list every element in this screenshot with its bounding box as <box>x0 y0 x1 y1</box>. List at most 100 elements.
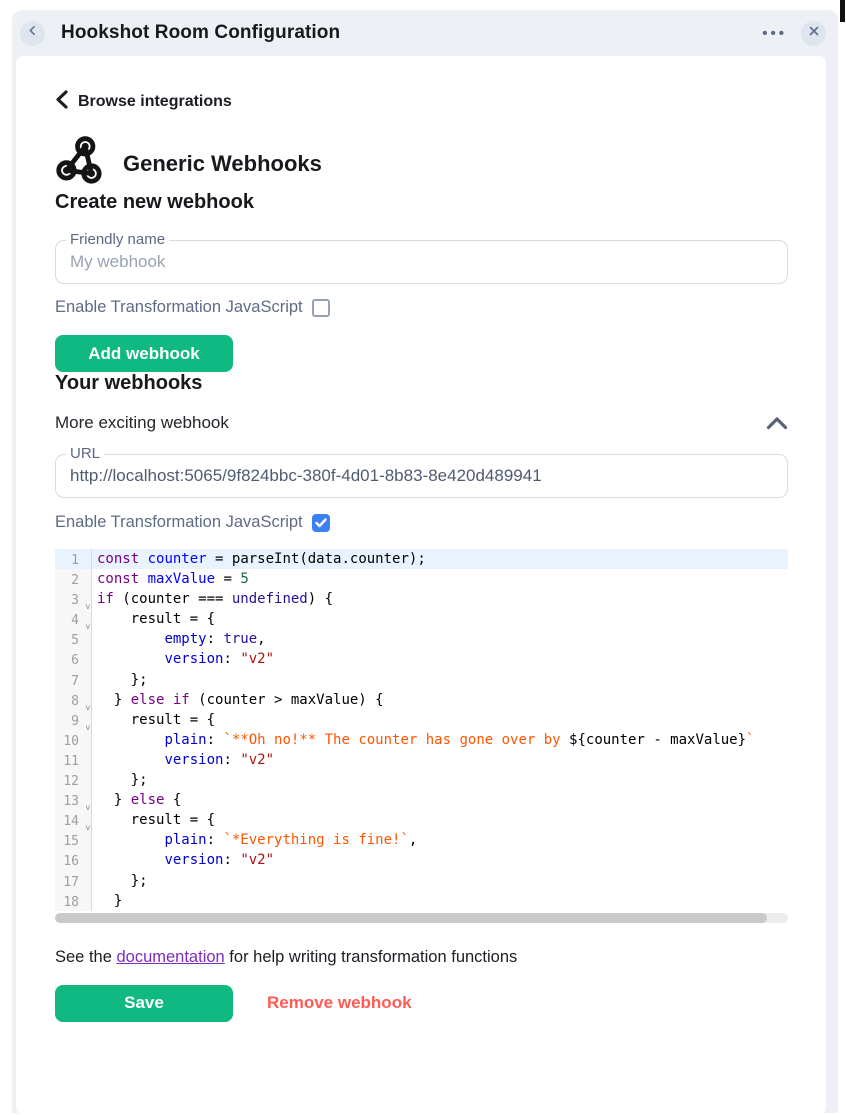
your-webhooks-heading: Your webhooks <box>55 372 788 395</box>
url-field: URL <box>55 454 788 498</box>
chevron-up-icon <box>766 416 788 430</box>
friendly-name-field: Friendly name <box>55 240 788 284</box>
save-button[interactable]: Save <box>55 985 233 1022</box>
code-line[interactable]: 9v result = { <box>55 710 788 730</box>
code-line[interactable]: 15 plain: `*Everything is fine!`, <box>55 830 788 850</box>
webhook-name: More exciting webhook <box>55 413 229 433</box>
chevron-left-icon <box>26 24 39 42</box>
code-lines: 1const counter = parseInt(data.counter);… <box>55 549 788 911</box>
code-line[interactable]: 7 }; <box>55 670 788 690</box>
close-button[interactable] <box>801 21 826 46</box>
hook-transform-row: Enable Transformation JavaScript <box>55 513 788 532</box>
hookshot-dialog: Hookshot Room Configuration ••• Browse i… <box>12 10 838 1113</box>
line-number: 11 <box>55 750 92 770</box>
code-line[interactable]: 17 }; <box>55 871 788 891</box>
hook-transform-checkbox[interactable] <box>312 514 330 532</box>
chevron-left-icon <box>55 90 69 114</box>
code-text[interactable]: empty: true, <box>92 629 266 649</box>
code-text[interactable]: version: "v2" <box>92 649 274 669</box>
code-text[interactable]: if (counter === undefined) { <box>92 589 333 609</box>
cursor-artifact <box>840 0 845 22</box>
help-prefix: See the <box>55 948 116 966</box>
dialog-header: Hookshot Room Configuration ••• <box>12 10 838 56</box>
integration-header: Generic Webhooks <box>55 136 788 191</box>
code-editor[interactable]: 1const counter = parseInt(data.counter);… <box>55 549 788 923</box>
code-line[interactable]: 2const maxValue = 5 <box>55 569 788 589</box>
dialog-title: Hookshot Room Configuration <box>61 22 340 44</box>
back-button[interactable] <box>20 21 45 46</box>
line-number: 17 <box>55 871 92 891</box>
code-text[interactable]: plain: `**Oh no!** The counter has gone … <box>92 730 754 750</box>
line-number: 8v <box>55 690 92 710</box>
integration-name: Generic Webhooks <box>123 151 322 177</box>
code-line[interactable]: 18 } <box>55 891 788 911</box>
browse-integrations-label: Browse integrations <box>78 93 232 111</box>
webhook-icon <box>55 136 105 191</box>
code-line[interactable]: 16 version: "v2" <box>55 850 788 870</box>
line-number: 14v <box>55 810 92 830</box>
line-number: 2 <box>55 569 92 589</box>
line-number: 3v <box>55 589 92 609</box>
code-text[interactable]: const counter = parseInt(data.counter); <box>92 549 426 569</box>
remove-webhook-button[interactable]: Remove webhook <box>261 992 418 1014</box>
create-transform-row: Enable Transformation JavaScript <box>55 298 788 317</box>
line-number: 6 <box>55 649 92 669</box>
line-number: 12 <box>55 770 92 790</box>
code-line[interactable]: 4v result = { <box>55 609 788 629</box>
code-text[interactable]: }; <box>92 670 148 690</box>
add-webhook-button[interactable]: Add webhook <box>55 335 233 372</box>
line-number: 5 <box>55 629 92 649</box>
create-transform-checkbox[interactable] <box>312 299 330 317</box>
code-line[interactable]: 5 empty: true, <box>55 629 788 649</box>
browse-integrations-link[interactable]: Browse integrations <box>55 90 788 114</box>
code-line[interactable]: 8v } else if (counter > maxValue) { <box>55 690 788 710</box>
documentation-link[interactable]: documentation <box>116 948 224 966</box>
code-line[interactable]: 6 version: "v2" <box>55 649 788 669</box>
code-text[interactable]: } <box>92 891 122 911</box>
code-text[interactable]: }; <box>92 871 148 891</box>
code-line[interactable]: 13v } else { <box>55 790 788 810</box>
hook-transform-label: Enable Transformation JavaScript <box>55 513 303 532</box>
editor-hscrollbar-thumb[interactable] <box>55 913 767 923</box>
code-line[interactable]: 14v result = { <box>55 810 788 830</box>
help-suffix: for help writing transformation function… <box>225 948 518 966</box>
create-transform-label: Enable Transformation JavaScript <box>55 298 303 317</box>
actions-row: Save Remove webhook <box>55 985 788 1022</box>
line-number: 18 <box>55 891 92 911</box>
create-webhook-heading: Create new webhook <box>55 191 788 214</box>
line-number: 10 <box>55 730 92 750</box>
code-text[interactable]: version: "v2" <box>92 850 274 870</box>
code-text[interactable]: }; <box>92 770 148 790</box>
url-input[interactable] <box>55 454 788 498</box>
code-text[interactable]: result = { <box>92 609 215 629</box>
webhook-list-item[interactable]: More exciting webhook <box>55 413 788 433</box>
check-icon <box>315 518 327 528</box>
collapse-button[interactable] <box>766 416 788 430</box>
overflow-menu-icon[interactable]: ••• <box>762 25 787 42</box>
code-line[interactable]: 10 plain: `**Oh no!** The counter has go… <box>55 730 788 750</box>
content-card: Browse integrations <box>16 56 826 1115</box>
code-text[interactable]: plain: `*Everything is fine!`, <box>92 830 417 850</box>
code-text[interactable]: } else if (counter > maxValue) { <box>92 690 384 710</box>
editor-hscrollbar[interactable] <box>55 913 788 923</box>
help-text: See the documentation for help writing t… <box>55 948 788 967</box>
code-line[interactable]: 11 version: "v2" <box>55 750 788 770</box>
code-line[interactable]: 12 }; <box>55 770 788 790</box>
line-number: 7 <box>55 670 92 690</box>
code-line[interactable]: 1const counter = parseInt(data.counter); <box>55 549 788 569</box>
close-icon <box>808 24 820 42</box>
code-text[interactable]: version: "v2" <box>92 750 274 770</box>
url-label: URL <box>66 445 104 462</box>
friendly-name-label: Friendly name <box>66 231 169 248</box>
code-line[interactable]: 3vif (counter === undefined) { <box>55 589 788 609</box>
line-number: 1 <box>55 549 92 569</box>
line-number: 15 <box>55 830 92 850</box>
line-number: 4v <box>55 609 92 629</box>
line-number: 9v <box>55 710 92 730</box>
line-number: 13v <box>55 790 92 810</box>
code-text[interactable]: result = { <box>92 810 215 830</box>
code-text[interactable]: const maxValue = 5 <box>92 569 249 589</box>
line-number: 16 <box>55 850 92 870</box>
code-text[interactable]: result = { <box>92 710 215 730</box>
code-text[interactable]: } else { <box>92 790 181 810</box>
